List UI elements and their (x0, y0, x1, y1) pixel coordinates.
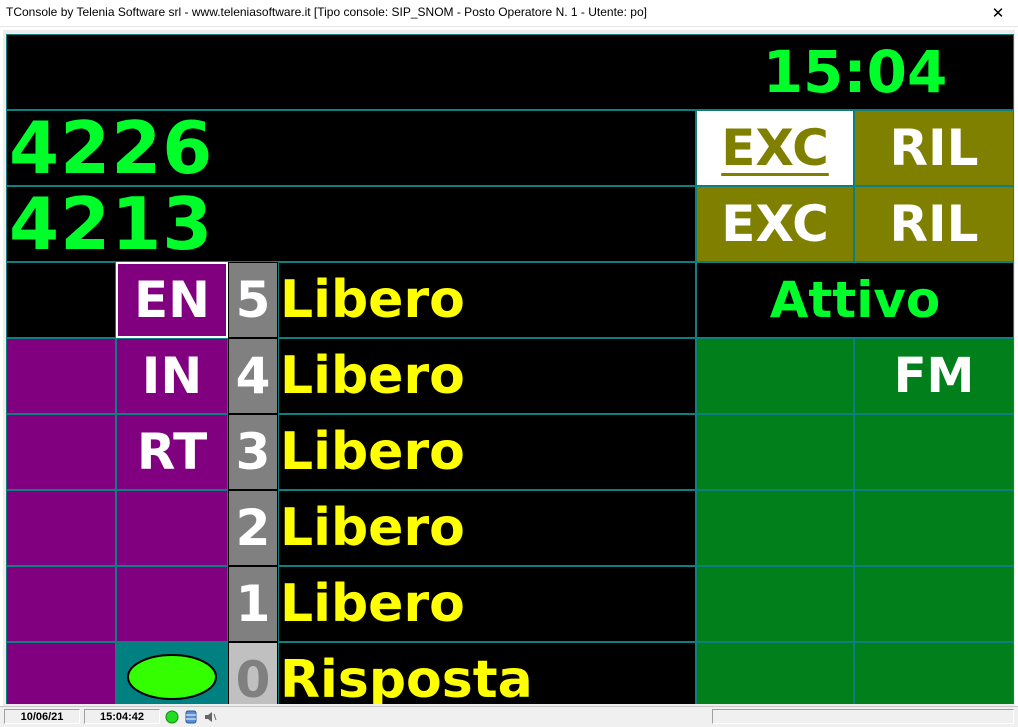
line-1-ril-button[interactable]: RIL (854, 110, 1014, 186)
line-2-exc-button[interactable]: EXC (696, 186, 854, 262)
console-panel: 15:04 4226 EXC RIL 4213 EXC RIL EN IN RT… (6, 34, 1014, 704)
green-key-7[interactable] (854, 566, 1014, 642)
green-key-8[interactable] (696, 642, 854, 704)
line-2-ril-button[interactable]: RIL (854, 186, 1014, 262)
green-key-1[interactable] (696, 338, 854, 414)
slot-digit-4: 4 (228, 338, 278, 414)
speaker-icon (205, 712, 217, 722)
slot-0-status[interactable]: Risposta (280, 642, 690, 704)
clock-display: 15:04 (762, 38, 948, 106)
status-time: 15:04:42 (84, 709, 160, 724)
fm-button[interactable]: FM (854, 338, 1014, 414)
indicator-cell (116, 642, 228, 704)
rt-button[interactable]: RT (116, 414, 228, 490)
database-icon (185, 710, 197, 724)
empty-cell (6, 262, 116, 338)
slot-4-status[interactable]: Libero (280, 338, 690, 414)
slot-digit-2: 2 (228, 490, 278, 566)
status-bar: 10/06/21 15:04:42 (0, 706, 1018, 727)
slot-5-status[interactable]: Libero (280, 262, 690, 338)
slot-digit-5: 5 (228, 262, 278, 338)
slot-digit-0: 0 (228, 642, 278, 704)
purple-key-7[interactable] (116, 566, 228, 642)
slot-digit-1: 1 (228, 566, 278, 642)
slot-1-status[interactable]: Libero (280, 566, 690, 642)
purple-key-4[interactable] (6, 566, 116, 642)
close-icon: ✕ (991, 4, 1005, 22)
status-panel (712, 709, 1014, 724)
status-date: 10/06/21 (4, 709, 80, 724)
purple-key-5[interactable] (6, 642, 116, 704)
line-2-number: 4213 (6, 186, 696, 262)
purple-key-6[interactable] (116, 490, 228, 566)
green-key-2[interactable] (696, 414, 854, 490)
green-status-icon (165, 710, 179, 724)
slot-3-status[interactable]: Libero (280, 414, 690, 490)
en-button[interactable]: EN (116, 262, 228, 338)
green-key-9[interactable] (854, 642, 1014, 704)
line-1-number: 4226 (6, 110, 696, 186)
status-message (222, 709, 710, 724)
green-led-icon (127, 654, 217, 700)
slot-2-status[interactable]: Libero (280, 490, 690, 566)
purple-key-2[interactable] (6, 414, 116, 490)
close-button[interactable]: ✕ (978, 0, 1018, 26)
attivo-status: Attivo (696, 262, 1014, 338)
green-key-3[interactable] (854, 414, 1014, 490)
slot-digit-3: 3 (228, 414, 278, 490)
green-key-5[interactable] (854, 490, 1014, 566)
purple-key-1[interactable] (6, 338, 116, 414)
purple-key-3[interactable] (6, 490, 116, 566)
title-bar: TConsole by Telenia Software srl - www.t… (0, 0, 1018, 27)
in-button[interactable]: IN (116, 338, 228, 414)
line-1-exc-button[interactable]: EXC (696, 110, 854, 186)
green-key-6[interactable] (696, 566, 854, 642)
window-title: TConsole by Telenia Software srl - www.t… (6, 5, 647, 19)
green-key-4[interactable] (696, 490, 854, 566)
